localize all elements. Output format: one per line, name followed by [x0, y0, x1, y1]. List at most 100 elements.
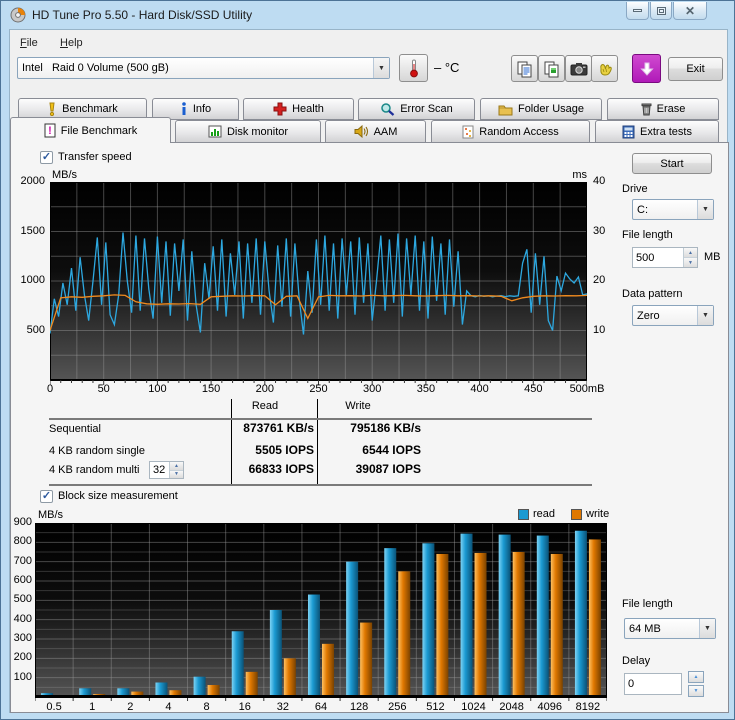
block-size-checkbox[interactable]: ✓ [40, 490, 53, 503]
tab-file-benchmark[interactable]: ! File Benchmark [10, 117, 171, 143]
menu-file[interactable]: File [20, 37, 38, 49]
delay-label: Delay [622, 655, 651, 667]
drive-select-value: Intel Raid 0 Volume (500 gB) [22, 62, 169, 74]
copy-text-icon [516, 60, 534, 78]
info-icon [180, 102, 188, 116]
tab-disk-monitor-label: Disk monitor [226, 125, 289, 138]
close-button[interactable]: ✕ [673, 2, 707, 20]
tab-erase[interactable]: Erase [607, 98, 719, 120]
axis-tick-label: 400 [470, 383, 489, 395]
error-scan-icon [380, 102, 395, 116]
axis-tick-label: 500 [13, 593, 32, 606]
axis-tick-label: 8 [203, 701, 210, 713]
file-length2-label: File length [622, 598, 673, 610]
erase-icon [641, 102, 652, 116]
thermometer-icon [407, 58, 421, 78]
axis-tick-label: 800 [13, 535, 32, 548]
camera-icon [570, 62, 588, 76]
file-length-label: File length [622, 229, 673, 241]
tab-folder-usage[interactable]: Folder Usage [480, 98, 602, 120]
copy-image-icon [543, 60, 561, 78]
save-results-button[interactable] [591, 55, 618, 82]
spin-up-icon[interactable]: ▲ [684, 248, 697, 258]
copy-image-button[interactable] [538, 55, 565, 82]
axis-tick-label: 0.5 [46, 701, 62, 713]
data-pattern-label: Data pattern [622, 288, 683, 300]
temperature-button[interactable] [399, 54, 428, 82]
axis-tick-label: 40 [593, 175, 606, 187]
data-pattern-combo[interactable]: Zero ▼ [632, 305, 714, 326]
exit-button[interactable]: Exit [668, 57, 723, 81]
tab-file-benchmark-label: File Benchmark [60, 124, 138, 137]
download-arrow-icon [639, 61, 655, 77]
col-header-write: Write [345, 400, 371, 412]
random-single-write-value: 6544 IOPS [362, 443, 421, 457]
delay-spinner[interactable]: ▲ ▼ [688, 671, 704, 697]
axis-tick-label: 2 [127, 701, 134, 713]
file-length2-combo[interactable]: 64 MB ▼ [624, 618, 716, 639]
screenshot-button[interactable] [565, 55, 592, 82]
axis-tick-label: 900 [13, 516, 32, 528]
transfer-speed-checkbox[interactable]: ✓ [40, 151, 53, 164]
tab-info-label: Info [192, 103, 212, 115]
app-icon [10, 7, 26, 23]
tab-health[interactable]: Health [243, 98, 354, 120]
axis-tick-label: 10 [593, 323, 606, 336]
drive-combo[interactable]: C: ▼ [632, 199, 714, 220]
table-rule [49, 484, 592, 486]
axis-tick-label: 1 [89, 701, 96, 713]
tab-error-scan-label: Error Scan [400, 103, 453, 115]
file-length-value: 500 [636, 251, 655, 264]
maximize-button[interactable] [650, 2, 672, 20]
chevron-down-icon: ▼ [699, 619, 715, 638]
delay-value: 0 [628, 678, 635, 690]
minimize-button[interactable] [626, 2, 649, 20]
spin-down-icon[interactable]: ▼ [684, 258, 697, 267]
axis-tick-label: 300 [13, 632, 32, 644]
axis-tick-label: 50 [97, 383, 110, 395]
start-button-label: Start [660, 157, 684, 170]
row-label-random-multi: 4 KB random multi [49, 464, 140, 476]
random-multi-write-value: 39087 IOPS [355, 462, 421, 476]
spin-up-icon[interactable]: ▲ [688, 671, 704, 683]
title-bar: HD Tune Pro 5.50 - Hard Disk/SSD Utility [1, 1, 734, 29]
table-rule [49, 418, 592, 420]
copy-text-button[interactable] [511, 55, 538, 82]
tab-erase-label: Erase [656, 103, 686, 115]
start-button[interactable]: Start [632, 153, 712, 174]
file-length-spinner[interactable]: 500 ▲ ▼ [632, 247, 698, 268]
axis-tick-label: 30 [593, 224, 606, 237]
download-button[interactable] [632, 54, 661, 83]
file-benchmark-page: ✓ Transfer speed MB/s ms Start Drive C: … [10, 142, 729, 713]
menu-help[interactable]: Help [60, 37, 83, 49]
axis-tick-label: 100 [148, 383, 167, 395]
sequential-read-value: 873761 KB/s [243, 421, 314, 435]
delay-input[interactable]: 0 [624, 673, 682, 695]
axis-tick-label: 64 [314, 701, 328, 713]
block-size-chart [34, 523, 608, 703]
tab-random-access-label: Random Access [479, 125, 559, 138]
axis-tick-label: 4 [165, 701, 172, 713]
window-title: HD Tune Pro 5.50 - Hard Disk/SSD Utility [32, 8, 253, 22]
axis-tick-label: 450 [524, 383, 543, 395]
health-icon [273, 102, 287, 116]
row-label-random-single: 4 KB random single [49, 445, 145, 457]
main-content: File Help Intel Raid 0 Volume (500 gB) ▼… [9, 29, 729, 713]
chevron-down-icon: ▼ [373, 58, 389, 78]
axis-tick-label: 250 [309, 383, 328, 395]
tab-extra-tests-label: Extra tests [640, 125, 692, 138]
tab-disk-monitor[interactable]: Disk monitor [175, 120, 321, 143]
spin-down-icon[interactable]: ▼ [688, 685, 704, 697]
drive-select[interactable]: Intel Raid 0 Volume (500 gB) ▼ [17, 57, 390, 79]
file-length-unit: MB [704, 251, 721, 263]
svg-text:!: ! [48, 125, 52, 137]
exit-button-label: Exit [686, 63, 705, 75]
tab-random-access[interactable]: Random Access [431, 120, 590, 143]
tab-extra-tests[interactable]: Extra tests [595, 120, 719, 143]
axis-tick-label: 256 [388, 701, 407, 713]
axis-tick-label: 0 [46, 383, 54, 395]
random-access-icon [462, 125, 474, 139]
tab-aam[interactable]: AAM [325, 120, 426, 143]
tab-error-scan[interactable]: Error Scan [358, 98, 475, 120]
benchmark-icon [47, 102, 57, 116]
